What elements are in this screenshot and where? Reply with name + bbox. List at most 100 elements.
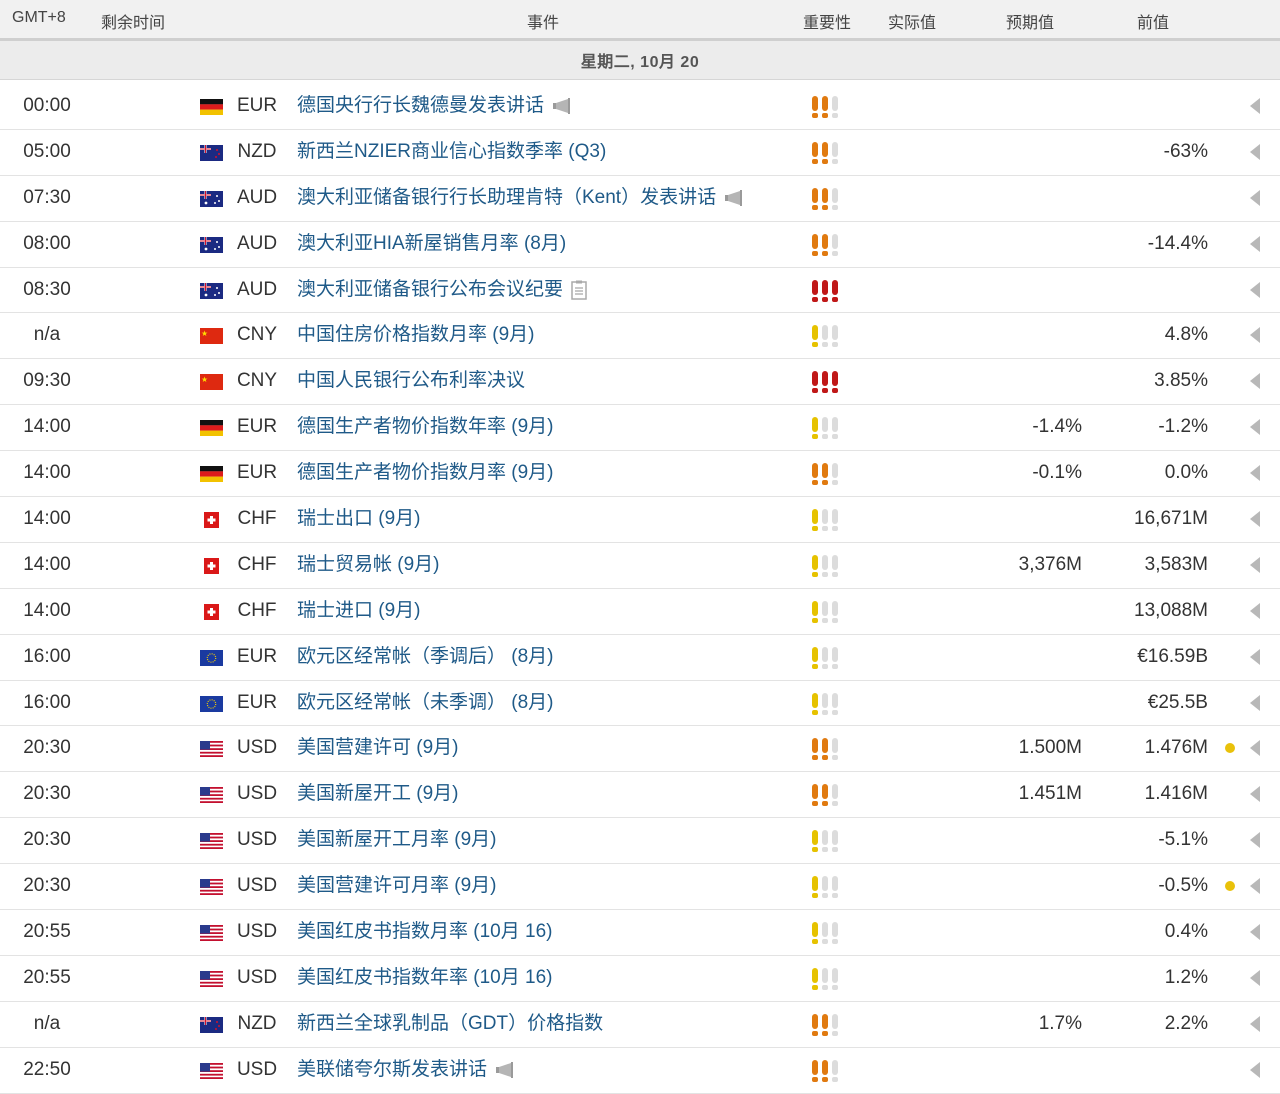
event-link[interactable]: 新西兰全球乳制品（GDT）价格指数: [297, 1002, 603, 1046]
expand-arrow-icon[interactable]: [1250, 648, 1260, 665]
table-row[interactable]: 22:50 USD 美联储夸尔斯发表讲话: [0, 1048, 1280, 1094]
table-row[interactable]: 16:00 EUR 欧元区经常帐（未季调） (8月) €25.5B: [0, 681, 1280, 727]
event-title[interactable]: 德国央行行长魏德曼发表讲话: [297, 84, 544, 128]
table-row[interactable]: 20:55 USD 美国红皮书指数年率 (10月 16) 1.2%: [0, 956, 1280, 1002]
expand-arrow-icon[interactable]: [1250, 98, 1260, 114]
header-importance: 重要性: [803, 15, 852, 32]
importance-bang-icon: [811, 738, 819, 761]
expand-arrow-icon[interactable]: [1250, 878, 1260, 895]
event-title[interactable]: 欧元区经常帐（未季调） (8月): [297, 681, 554, 725]
expand-arrow-icon[interactable]: [1250, 189, 1260, 206]
event-link[interactable]: 欧元区经常帐（季调后） (8月): [297, 635, 554, 679]
event-link[interactable]: 瑞士出口 (9月): [297, 497, 421, 541]
event-title[interactable]: 美国营建许可月率 (9月): [297, 864, 497, 908]
expand-arrow-icon[interactable]: [1250, 786, 1260, 803]
table-row[interactable]: 14:00 CHF 瑞士出口 (9月) 16,671M: [0, 497, 1280, 543]
table-row[interactable]: 16:00 EUR 欧元区经常帐（季调后） (8月) €16.59B: [0, 635, 1280, 681]
event-link[interactable]: 德国央行行长魏德曼发表讲话: [297, 84, 572, 128]
event-title[interactable]: 美国新屋开工月率 (9月): [297, 818, 497, 862]
event-title[interactable]: 瑞士出口 (9月): [297, 497, 421, 541]
table-row[interactable]: 20:30 USD 美国新屋开工 (9月) 1.451M 1.416M: [0, 772, 1280, 819]
event-title[interactable]: 美国营建许可 (9月): [297, 726, 459, 770]
event-title[interactable]: 美国红皮书指数月率 (10月 16): [297, 910, 552, 954]
table-row[interactable]: 08:30 AUD 澳大利亚储备银行公布会议纪要: [0, 268, 1280, 314]
event-title[interactable]: 美国红皮书指数年率 (10月 16): [297, 956, 552, 1000]
table-row[interactable]: 20:30 USD 美国营建许可月率 (9月) -0.5%: [0, 864, 1280, 911]
event-title[interactable]: 德国生产者物价指数年率 (9月): [297, 405, 554, 449]
event-title[interactable]: 澳大利亚HIA新屋销售月率 (8月): [297, 222, 566, 266]
event-link[interactable]: 德国生产者物价指数月率 (9月): [297, 451, 554, 495]
event-link[interactable]: 美国红皮书指数月率 (10月 16): [297, 910, 552, 954]
expand-arrow-icon[interactable]: [1250, 694, 1260, 711]
table-row[interactable]: 07:30 AUD 澳大利亚储备银行行长助理肯特（Kent）发表讲话: [0, 176, 1280, 222]
event-link[interactable]: 欧元区经常帐（未季调） (8月): [297, 681, 554, 725]
expand-arrow-icon[interactable]: [1250, 419, 1260, 436]
event-link[interactable]: 澳大利亚HIA新屋销售月率 (8月): [297, 222, 566, 266]
expand-arrow-icon[interactable]: [1250, 1061, 1260, 1078]
timezone-selector[interactable]: GMT+8: [12, 9, 66, 27]
expand-arrow-icon[interactable]: [1250, 924, 1260, 941]
forecast-value: [960, 497, 1082, 541]
event-title[interactable]: 瑞士贸易帐 (9月): [297, 543, 440, 587]
expand-arrow-icon[interactable]: [1250, 235, 1260, 252]
table-row[interactable]: 08:00 AUD 澳大利亚HIA新屋销售月率 (8月) -14.4%: [0, 222, 1280, 268]
importance-indicator: [811, 1059, 839, 1082]
expand-arrow-icon[interactable]: [1250, 281, 1260, 298]
event-link[interactable]: 美联储夸尔斯发表讲话: [297, 1048, 515, 1092]
expand-arrow-icon[interactable]: [1250, 969, 1260, 986]
event-title[interactable]: 澳大利亚储备银行行长助理肯特（Kent）发表讲话: [297, 176, 716, 220]
event-link[interactable]: 新西兰NZIER商业信心指数季率 (Q3): [297, 130, 606, 174]
expand-arrow-icon[interactable]: [1250, 143, 1260, 160]
event-title[interactable]: 德国生产者物价指数月率 (9月): [297, 451, 554, 495]
flag-us-icon: [200, 1062, 223, 1079]
flag-ch-icon: [200, 512, 223, 529]
expand-arrow-icon[interactable]: [1250, 602, 1260, 619]
importance-bang-icon: [831, 1013, 839, 1036]
event-title[interactable]: 中国住房价格指数月率 (9月): [297, 313, 535, 357]
table-row[interactable]: 14:00 EUR 德国生产者物价指数月率 (9月) -0.1% 0.0%: [0, 451, 1280, 498]
event-link[interactable]: 美国红皮书指数年率 (10月 16): [297, 956, 552, 1000]
event-title[interactable]: 美联储夸尔斯发表讲话: [297, 1048, 487, 1092]
table-row[interactable]: 00:00 EUR 德国央行行长魏德曼发表讲话: [0, 84, 1280, 130]
flag-us-icon: [200, 879, 223, 896]
table-row[interactable]: n/a CNY 中国住房价格指数月率 (9月) 4.8%: [0, 313, 1280, 360]
event-link[interactable]: 澳大利亚储备银行行长助理肯特（Kent）发表讲话: [297, 176, 744, 220]
expand-arrow-icon[interactable]: [1250, 740, 1260, 757]
event-title[interactable]: 新西兰全球乳制品（GDT）价格指数: [297, 1002, 603, 1046]
event-title[interactable]: 瑞士进口 (9月): [297, 589, 421, 633]
table-row[interactable]: 09:30 CNY 中国人民银行公布利率决议 3.85%: [0, 359, 1280, 406]
importance-bang-icon: [831, 417, 839, 440]
expand-arrow-icon[interactable]: [1250, 327, 1260, 344]
table-row[interactable]: 20:30 USD 美国新屋开工月率 (9月) -5.1%: [0, 818, 1280, 865]
table-row[interactable]: n/a NZD 新西兰全球乳制品（GDT）价格指数 1.7% 2.2%: [0, 1002, 1280, 1048]
event-link[interactable]: 美国新屋开工 (9月): [297, 772, 459, 816]
expand-arrow-icon[interactable]: [1250, 556, 1260, 573]
event-link[interactable]: 中国人民银行公布利率决议: [297, 359, 525, 403]
table-row[interactable]: 14:00 CHF 瑞士贸易帐 (9月) 3,376M 3,583M: [0, 543, 1280, 589]
table-row[interactable]: 20:30 USD 美国营建许可 (9月) 1.500M 1.476M: [0, 726, 1280, 773]
event-link[interactable]: 瑞士进口 (9月): [297, 589, 421, 633]
event-link[interactable]: 中国住房价格指数月率 (9月): [297, 313, 535, 357]
flag-us-icon: [200, 925, 223, 942]
table-row[interactable]: 14:00 CHF 瑞士进口 (9月) 13,088M: [0, 589, 1280, 635]
expand-arrow-icon[interactable]: [1250, 465, 1260, 482]
expand-arrow-icon[interactable]: [1250, 832, 1260, 849]
event-link[interactable]: 瑞士贸易帐 (9月): [297, 543, 440, 587]
event-title[interactable]: 美国新屋开工 (9月): [297, 772, 459, 816]
expand-arrow-icon[interactable]: [1250, 373, 1260, 390]
previous-value: €16.59B: [1137, 645, 1208, 667]
event-title[interactable]: 澳大利亚储备银行公布会议纪要: [297, 268, 563, 312]
event-link[interactable]: 德国生产者物价指数年率 (9月): [297, 405, 554, 449]
event-link[interactable]: 美国营建许可月率 (9月): [297, 864, 497, 908]
table-row[interactable]: 14:00 EUR 德国生产者物价指数年率 (9月) -1.4% -1.2%: [0, 405, 1280, 452]
event-title[interactable]: 新西兰NZIER商业信心指数季率 (Q3): [297, 130, 606, 174]
expand-arrow-icon[interactable]: [1250, 511, 1260, 528]
expand-arrow-icon[interactable]: [1250, 1015, 1260, 1032]
table-row[interactable]: 20:55 USD 美国红皮书指数月率 (10月 16) 0.4%: [0, 910, 1280, 956]
event-link[interactable]: 美国新屋开工月率 (9月): [297, 818, 497, 862]
event-title[interactable]: 中国人民银行公布利率决议: [297, 359, 525, 403]
event-link[interactable]: 美国营建许可 (9月): [297, 726, 459, 770]
event-title[interactable]: 欧元区经常帐（季调后） (8月): [297, 635, 554, 679]
event-link[interactable]: 澳大利亚储备银行公布会议纪要: [297, 268, 587, 312]
table-row[interactable]: 05:00 NZD 新西兰NZIER商业信心指数季率 (Q3) -63%: [0, 130, 1280, 176]
